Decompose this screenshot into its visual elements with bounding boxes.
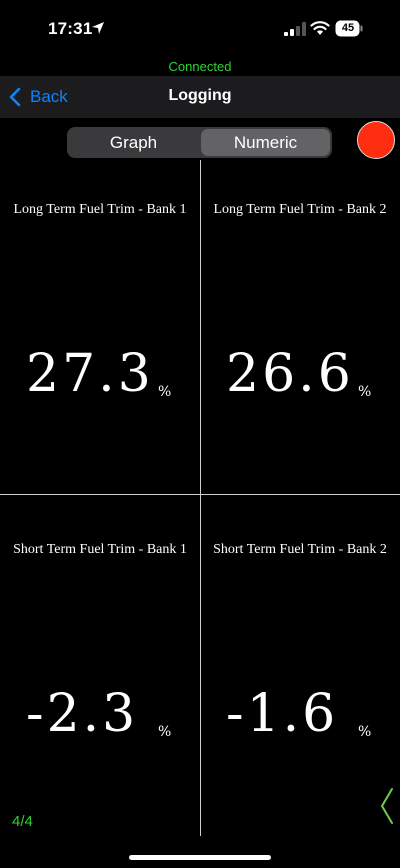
- navigation-bar: Back Logging: [0, 76, 400, 118]
- gauge-title: Short Term Fuel Trim - Bank 1: [13, 542, 187, 557]
- gauge-cell: Long Term Fuel Trim - Bank 1 27.3 %: [0, 160, 200, 494]
- gauge-cell: Short Term Fuel Trim - Bank 1 -2.3 %: [0, 500, 200, 834]
- gauge-unit: %: [358, 384, 372, 400]
- gauge-unit: %: [158, 384, 172, 400]
- gauge-title: Short Term Fuel Trim - Bank 2: [213, 542, 387, 557]
- chevron-left-icon[interactable]: [378, 787, 396, 825]
- gauge-unit: %: [158, 724, 172, 740]
- back-button[interactable]: Back: [8, 86, 68, 108]
- wifi-icon: [310, 21, 330, 35]
- gauge-value: -1.6: [226, 684, 339, 744]
- connection-status: Connected: [168, 59, 232, 74]
- gauge-value: 27.3: [26, 344, 154, 404]
- record-button[interactable]: [357, 121, 395, 159]
- gauge-title: Long Term Fuel Trim - Bank 2: [213, 202, 387, 217]
- battery-level: 45: [341, 22, 355, 34]
- page-indicator: 4/4: [12, 813, 33, 830]
- view-mode-segmented-control: Graph Numeric: [67, 127, 332, 158]
- status-time: 17:31: [48, 19, 93, 38]
- grid-divider-horizontal: [0, 494, 400, 495]
- gauge-cell: Long Term Fuel Trim - Bank 2 26.6 %: [200, 160, 400, 494]
- location-arrow-icon: [92, 22, 104, 34]
- gauge-cell: Short Term Fuel Trim - Bank 2 -1.6 %: [200, 500, 400, 834]
- status-bar: 17:31 45: [0, 0, 400, 58]
- gauge-value: -2.3: [26, 684, 139, 744]
- gauge-value: 26.6: [226, 344, 354, 404]
- tab-numeric[interactable]: Numeric: [201, 129, 330, 156]
- gauge-title: Long Term Fuel Trim - Bank 1: [13, 202, 187, 217]
- tab-graph[interactable]: Graph: [69, 129, 198, 156]
- gauge-unit: %: [358, 724, 372, 740]
- chevron-left-icon: [9, 87, 21, 107]
- home-indicator[interactable]: [129, 855, 271, 860]
- cellular-signal-icon: [284, 22, 306, 36]
- back-label: Back: [30, 87, 68, 106]
